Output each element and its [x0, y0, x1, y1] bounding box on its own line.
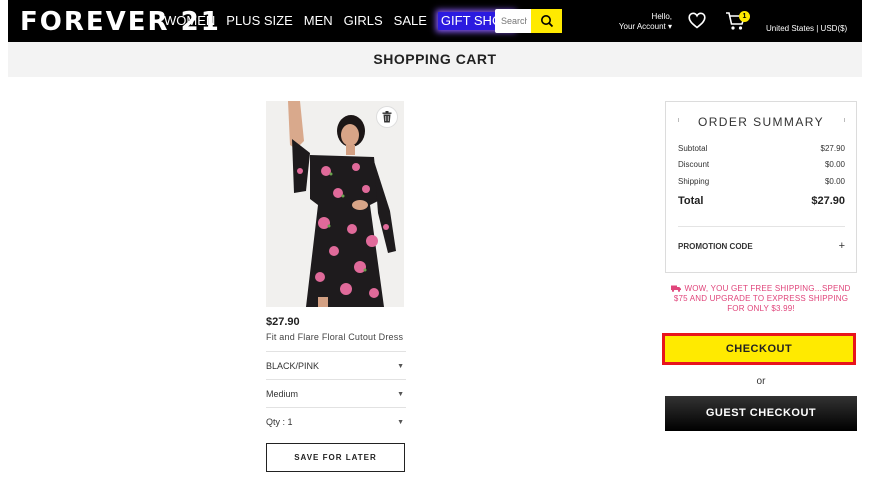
summary-row-value: $0.00 — [824, 177, 845, 186]
summary-row-label: Discount — [678, 160, 710, 169]
product-image[interactable] — [266, 101, 404, 307]
divider — [678, 226, 845, 227]
account-label-text: Your Account — [618, 22, 666, 31]
region-currency-selector[interactable]: United States | USD($) — [766, 24, 847, 33]
nav-women[interactable]: WOMEN — [164, 0, 215, 42]
nav-men[interactable]: MEN — [304, 0, 333, 42]
remove-item-button[interactable] — [376, 106, 398, 128]
search-button[interactable] — [531, 9, 562, 33]
summary-row-discount: Discount $0.00 — [678, 160, 845, 169]
or-separator: or — [756, 376, 766, 387]
summary-total-label: Total — [678, 195, 704, 207]
free-shipping-message: WOW, YOU GET FREE SHIPPING...SPEND $75 A… — [665, 284, 857, 314]
divider — [266, 407, 406, 408]
account-menu[interactable]: Hello, Your Account ▾ — [600, 12, 672, 32]
search-input[interactable] — [501, 9, 527, 33]
search-box — [495, 9, 562, 33]
free-shipping-text: WOW, YOU GET FREE SHIPPING...SPEND $75 A… — [673, 284, 851, 313]
plus-icon: + — [838, 240, 845, 252]
summary-row-label: Subtotal — [678, 144, 708, 153]
cart-count-badge: 1 — [739, 11, 750, 22]
top-nav-bar: FOREVER 21 WOMEN PLUS SIZE MEN GIRLS SAL… — [8, 0, 862, 42]
item-name[interactable]: Fit and Flare Floral Cutout Dress — [266, 332, 406, 342]
size-select-value: Medium — [266, 389, 299, 399]
save-for-later-button[interactable]: SAVE FOR LATER — [266, 443, 405, 472]
guest-checkout-button[interactable]: GUEST CHECKOUT — [665, 396, 857, 431]
nav-girls[interactable]: GIRLS — [344, 0, 383, 42]
color-select-value: BLACK/PINK — [266, 361, 320, 371]
summary-total: Total $27.90 — [678, 195, 845, 207]
caret-down-icon: ▼ — [397, 418, 404, 426]
promotion-code-toggle[interactable]: PROMOTION CODE + — [678, 240, 845, 252]
size-select[interactable]: Medium ▼ — [266, 385, 406, 403]
order-summary-title: ORDER SUMMARY — [698, 115, 824, 129]
wishlist-heart-icon[interactable] — [688, 12, 706, 34]
divider — [266, 379, 406, 380]
caret-down-icon: ▼ — [397, 362, 404, 370]
truck-icon — [671, 285, 682, 292]
summary-row-value: $0.00 — [824, 160, 845, 169]
account-greeting: Hello, — [651, 12, 672, 21]
chevron-down-icon: ▾ — [667, 22, 672, 31]
search-icon — [540, 15, 553, 28]
item-price: $27.90 — [266, 316, 300, 328]
divider — [266, 351, 406, 352]
account-label: Your Account ▾ — [600, 22, 672, 32]
page-title: SHOPPING CART — [8, 42, 862, 77]
product-photo-illustration — [266, 101, 404, 307]
nav-plus-size[interactable]: PLUS SIZE — [226, 0, 292, 42]
summary-row-shipping: Shipping $0.00 — [678, 177, 845, 186]
caret-down-icon: ▼ — [397, 390, 404, 398]
summary-total-value: $27.90 — [811, 195, 845, 207]
trash-icon — [382, 111, 392, 123]
quantity-select[interactable]: Qty : 1 ▼ — [266, 413, 406, 431]
summary-row-value: $27.90 — [820, 144, 845, 153]
summary-row-label: Shipping — [678, 177, 710, 186]
color-select[interactable]: BLACK/PINK ▼ — [266, 357, 406, 375]
order-summary-panel: ORDER SUMMARY Subtotal $27.90 Discount $… — [665, 101, 857, 273]
summary-row-subtotal: Subtotal $27.90 — [678, 144, 845, 153]
checkout-button[interactable]: CHECKOUT — [662, 333, 856, 365]
main-nav: WOMEN PLUS SIZE MEN GIRLS SALE GIFT SHOP — [164, 0, 525, 42]
promotion-code-label: PROMOTION CODE — [678, 242, 753, 251]
quantity-select-value: Qty : 1 — [266, 417, 293, 427]
nav-sale[interactable]: SALE — [394, 0, 427, 42]
